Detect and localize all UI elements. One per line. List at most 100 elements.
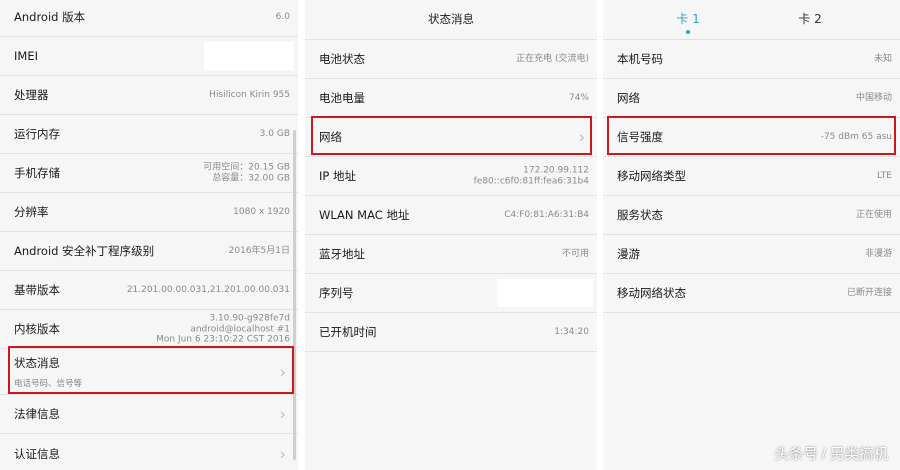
bluetooth-address-row[interactable]: 蓝牙地址 不可用 bbox=[305, 235, 597, 274]
status-header: 状态消息 bbox=[305, 0, 597, 40]
roaming-label: 漫游 bbox=[617, 247, 640, 261]
ipv6-address: fe80::c6f0:81ff:fea6:31b4 bbox=[473, 176, 589, 186]
scrollbar[interactable] bbox=[293, 130, 296, 460]
chevron-right-icon: › bbox=[578, 127, 585, 147]
processor-row[interactable]: 处理器 Hisilicon Kirin 955 bbox=[0, 76, 298, 115]
security-patch-label: Android 安全补丁程序级别 bbox=[14, 244, 155, 258]
chevron-right-icon: › bbox=[279, 362, 286, 381]
baseband-label: 基带版本 bbox=[14, 283, 60, 297]
ip-address-value: 172.20.99.112 fe80::c6f0:81ff:fea6:31b4 bbox=[474, 166, 589, 187]
imei-row[interactable]: IMEI bbox=[0, 37, 298, 76]
uptime-row[interactable]: 已开机时间 1:34:20 bbox=[305, 313, 597, 352]
service-state-row[interactable]: 服务状态 正在使用 bbox=[603, 196, 900, 235]
watermark: 头条号 / 另类搞机 bbox=[774, 447, 888, 463]
battery-level-row[interactable]: 电池电量 74% bbox=[305, 79, 597, 118]
android-version-row[interactable]: Android 版本 6.0 bbox=[0, 0, 298, 37]
storage-row[interactable]: 手机存储 可用空间：20.15 GB 总容量：32.00 GB bbox=[0, 154, 298, 193]
storage-value: 可用空间：20.15 GB 总容量：32.00 GB bbox=[203, 163, 290, 184]
active-tab-indicator bbox=[686, 30, 690, 34]
chevron-right-icon: › bbox=[279, 444, 286, 463]
uptime-label: 已开机时间 bbox=[319, 325, 377, 339]
battery-level-label: 电池电量 bbox=[319, 91, 365, 105]
serial-number-label: 序列号 bbox=[319, 286, 354, 300]
uptime-value: 1:34:20 bbox=[554, 326, 589, 337]
carrier-label: 网络 bbox=[617, 91, 640, 105]
serial-number-redacted bbox=[497, 279, 593, 307]
imei-value-redacted bbox=[204, 42, 294, 70]
mobile-network-state-label: 移动网络状态 bbox=[617, 286, 686, 300]
carrier-row[interactable]: 网络 中国移动 bbox=[603, 79, 900, 118]
kernel-value: 3.10.90-g928fe7d android@localhost #1 Mo… bbox=[156, 313, 290, 345]
wlan-mac-label: WLAN MAC 地址 bbox=[319, 208, 410, 222]
security-patch-value: 2016年5月1日 bbox=[228, 245, 290, 256]
page-title: 状态消息 bbox=[428, 12, 474, 26]
processor-value: Hisilicon Kirin 955 bbox=[209, 89, 290, 100]
ram-value: 3.0 GB bbox=[259, 128, 290, 139]
phone-number-value: 未知 bbox=[873, 53, 892, 64]
wlan-mac-value: C4:F0:81:A6:31:B4 bbox=[504, 209, 589, 220]
tab-sim-2[interactable]: 卡 2 bbox=[775, 0, 845, 40]
legal-info-label: 法律信息 bbox=[14, 407, 60, 421]
battery-level-value: 74% bbox=[568, 92, 589, 103]
baseband-value: 21.201.00.00.031,21.201.00.00.031 bbox=[126, 284, 290, 295]
battery-status-label: 电池状态 bbox=[319, 52, 365, 66]
ram-row[interactable]: 运行内存 3.0 GB bbox=[0, 115, 298, 154]
storage-label: 手机存储 bbox=[14, 166, 60, 180]
mobile-network-type-row[interactable]: 移动网络类型 LTE bbox=[603, 157, 900, 196]
baseband-row[interactable]: 基带版本 21.201.00.00.031,21.201.00.00.031 bbox=[0, 271, 298, 310]
signal-strength-value: -75 dBm 65 asu bbox=[820, 131, 892, 142]
resolution-value: 1080 x 1920 bbox=[233, 206, 290, 217]
bluetooth-address-label: 蓝牙地址 bbox=[319, 247, 365, 261]
sim-tabs: 卡 1 卡 2 bbox=[603, 0, 900, 40]
battery-status-value: 正在充电 (交流电) bbox=[516, 53, 589, 64]
about-phone-panel: Android 版本 6.0 IMEI 处理器 Hisilicon Kirin … bbox=[0, 0, 298, 470]
tab-sim-1[interactable]: 卡 1 bbox=[653, 0, 723, 40]
serial-number-row[interactable]: 序列号 bbox=[305, 274, 597, 313]
phone-number-row[interactable]: 本机号码 未知 bbox=[603, 40, 900, 79]
wlan-mac-row[interactable]: WLAN MAC 地址 C4:F0:81:A6:31:B4 bbox=[305, 196, 597, 235]
chevron-right-icon: › bbox=[279, 404, 286, 424]
roaming-value: 非漫游 bbox=[864, 248, 892, 259]
network-label: 网络 bbox=[319, 130, 342, 144]
tab-sim-2-label: 卡 2 bbox=[798, 12, 822, 26]
security-patch-row[interactable]: Android 安全补丁程序级别 2016年5月1日 bbox=[0, 232, 298, 271]
status-message-label: 状态消息 bbox=[14, 356, 60, 370]
ram-label: 运行内存 bbox=[14, 127, 60, 141]
battery-status-row[interactable]: 电池状态 正在充电 (交流电) bbox=[305, 40, 597, 79]
certification-label: 认证信息 bbox=[14, 446, 60, 461]
mobile-network-state-value: 已断开连接 bbox=[846, 287, 892, 298]
storage-available: 可用空间：20.15 GB bbox=[203, 162, 290, 173]
mobile-network-type-value: LTE bbox=[877, 170, 892, 181]
resolution-row[interactable]: 分辨率 1080 x 1920 bbox=[0, 193, 298, 232]
ip-address-label: IP 地址 bbox=[319, 169, 356, 183]
network-row[interactable]: 网络 › bbox=[305, 118, 597, 157]
imei-label: IMEI bbox=[14, 49, 38, 63]
phone-number-label: 本机号码 bbox=[617, 52, 663, 66]
mobile-network-state-row[interactable]: 移动网络状态 已断开连接 bbox=[603, 274, 900, 313]
roaming-row[interactable]: 漫游 非漫游 bbox=[603, 235, 900, 274]
tab-sim-1-label: 卡 1 bbox=[676, 12, 700, 26]
status-message-sub: 电话号码、信号等 bbox=[14, 379, 83, 389]
resolution-label: 分辨率 bbox=[14, 205, 49, 219]
mobile-network-type-label: 移动网络类型 bbox=[617, 169, 686, 183]
status-panel: 状态消息 电池状态 正在充电 (交流电) 电池电量 74% 网络 › IP 地址… bbox=[305, 0, 597, 470]
service-state-label: 服务状态 bbox=[617, 208, 663, 222]
carrier-value: 中国移动 bbox=[855, 92, 892, 103]
kernel-host: android@localhost #1 bbox=[190, 323, 290, 334]
bluetooth-address-value: 不可用 bbox=[561, 248, 589, 259]
certification-row[interactable]: 认证信息 › bbox=[0, 434, 298, 470]
kernel-version: 3.10.90-g928fe7d bbox=[209, 313, 290, 324]
kernel-label: 内核版本 bbox=[14, 322, 60, 336]
storage-total: 总容量：32.00 GB bbox=[212, 173, 290, 183]
signal-strength-row[interactable]: 信号强度 -75 dBm 65 asu bbox=[603, 118, 900, 157]
kernel-build-date: Mon Jun 6 23:10:22 CST 2016 bbox=[156, 334, 290, 345]
legal-info-row[interactable]: 法律信息 › bbox=[0, 395, 298, 434]
android-version-label: Android 版本 bbox=[14, 10, 86, 24]
status-message-row[interactable]: 状态消息 电话号码、信号等 › bbox=[0, 349, 298, 395]
kernel-row[interactable]: 内核版本 3.10.90-g928fe7d android@localhost … bbox=[0, 310, 298, 349]
android-version-value: 6.0 bbox=[275, 11, 290, 22]
sim-status-panel: 卡 1 卡 2 本机号码 未知 网络 中国移动 信号强度 -75 dBm 65 … bbox=[603, 0, 900, 470]
processor-label: 处理器 bbox=[14, 88, 49, 102]
signal-strength-label: 信号强度 bbox=[617, 130, 663, 144]
ip-address-row[interactable]: IP 地址 172.20.99.112 fe80::c6f0:81ff:fea6… bbox=[305, 157, 597, 196]
